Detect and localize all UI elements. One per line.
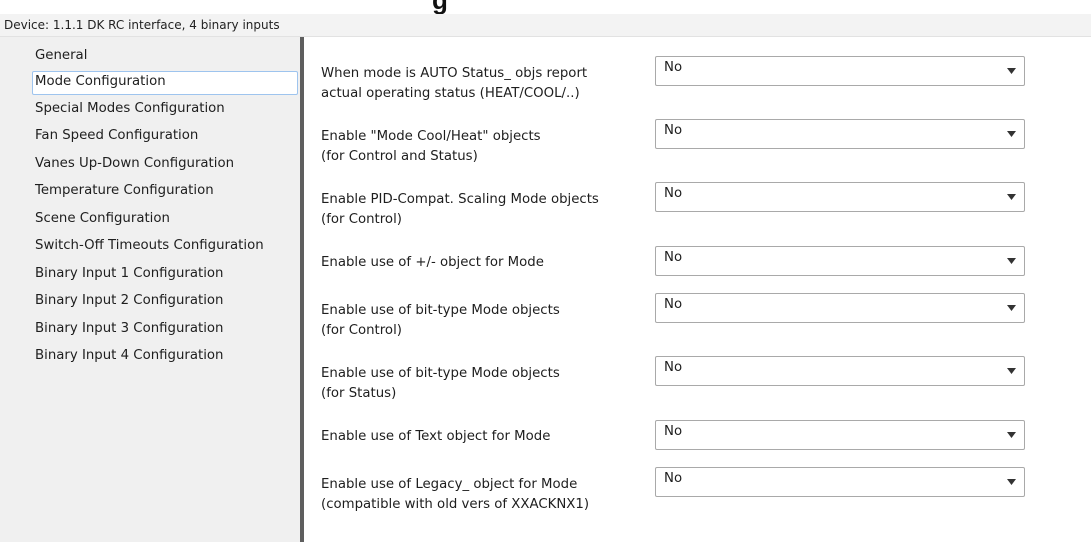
param-label-bit-mode-status: Enable use of bit-type Mode objects (for… [321, 366, 560, 401]
device-label: Device: 1.1.1 DK RC interface, 4 binary … [4, 18, 280, 32]
sidebar: General Mode Configuration Special Modes… [0, 37, 300, 542]
select-value: No [664, 123, 683, 138]
sidebar-item-binary-input-3-configuration[interactable]: Binary Input 3 Configuration [32, 318, 298, 342]
device-bar: Device: 1.1.1 DK RC interface, 4 binary … [0, 14, 1091, 37]
param-select-bit-mode-control[interactable]: No [655, 293, 1025, 323]
param-label-legacy-object-mode: Enable use of Legacy_ object for Mode (c… [321, 477, 590, 512]
sidebar-item-switch-off-timeouts-configuration[interactable]: Switch-Off Timeouts Configuration [32, 235, 298, 259]
chevron-down-icon [1007, 131, 1016, 137]
select-value: No [664, 60, 683, 75]
param-label-pid-scaling-mode: Enable PID-Compat. Scaling Mode objects … [321, 192, 599, 227]
chevron-down-icon [1007, 479, 1016, 485]
sidebar-item-general[interactable]: General [32, 45, 298, 69]
param-select-legacy-object-mode[interactable]: No [655, 467, 1025, 497]
param-label-auto-status: When mode is AUTO Status_ objs report ac… [321, 66, 588, 101]
select-value: No [664, 186, 683, 201]
chevron-down-icon [1007, 68, 1016, 74]
param-label-mode-cool-heat: Enable "Mode Cool/Heat" objects (for Con… [321, 129, 541, 164]
sidebar-item-special-modes-configuration[interactable]: Special Modes Configuration [32, 98, 298, 122]
sidebar-item-binary-input-2-configuration[interactable]: Binary Input 2 Configuration [32, 290, 298, 314]
chevron-down-icon [1007, 194, 1016, 200]
param-select-plus-minus-mode[interactable]: No [655, 246, 1025, 276]
chevron-down-icon [1007, 258, 1016, 264]
sidebar-item-binary-input-4-configuration[interactable]: Binary Input 4 Configuration [32, 345, 298, 369]
select-value: No [664, 297, 683, 312]
sidebar-item-mode-configuration[interactable]: Mode Configuration [32, 71, 298, 95]
param-select-text-object-mode[interactable]: No [655, 420, 1025, 450]
sidebar-item-fan-speed-configuration[interactable]: Fan Speed Configuration [32, 125, 298, 149]
sidebar-item-vanes-up-down-configuration[interactable]: Vanes Up-Down Configuration [32, 153, 298, 177]
parameter-panel: When mode is AUTO Status_ objs report ac… [304, 37, 1091, 542]
param-label-plus-minus-mode: Enable use of +/- object for Mode [321, 255, 544, 270]
param-select-pid-scaling-mode[interactable]: No [655, 182, 1025, 212]
param-select-mode-cool-heat[interactable]: No [655, 119, 1025, 149]
cropped-page-heading: g [0, 0, 1091, 14]
select-value: No [664, 250, 683, 265]
sidebar-item-binary-input-1-configuration[interactable]: Binary Input 1 Configuration [32, 263, 298, 287]
select-value: No [664, 424, 683, 439]
sidebar-item-scene-configuration[interactable]: Scene Configuration [32, 208, 298, 232]
select-value: No [664, 471, 683, 486]
chevron-down-icon [1007, 368, 1016, 374]
chevron-down-icon [1007, 305, 1016, 311]
param-label-bit-mode-control: Enable use of bit-type Mode objects (for… [321, 303, 560, 338]
sidebar-item-temperature-configuration[interactable]: Temperature Configuration [32, 180, 298, 204]
chevron-down-icon [1007, 432, 1016, 438]
param-select-bit-mode-status[interactable]: No [655, 356, 1025, 386]
select-value: No [664, 360, 683, 375]
param-select-auto-status[interactable]: No [655, 56, 1025, 86]
param-label-text-object-mode: Enable use of Text object for Mode [321, 429, 551, 444]
